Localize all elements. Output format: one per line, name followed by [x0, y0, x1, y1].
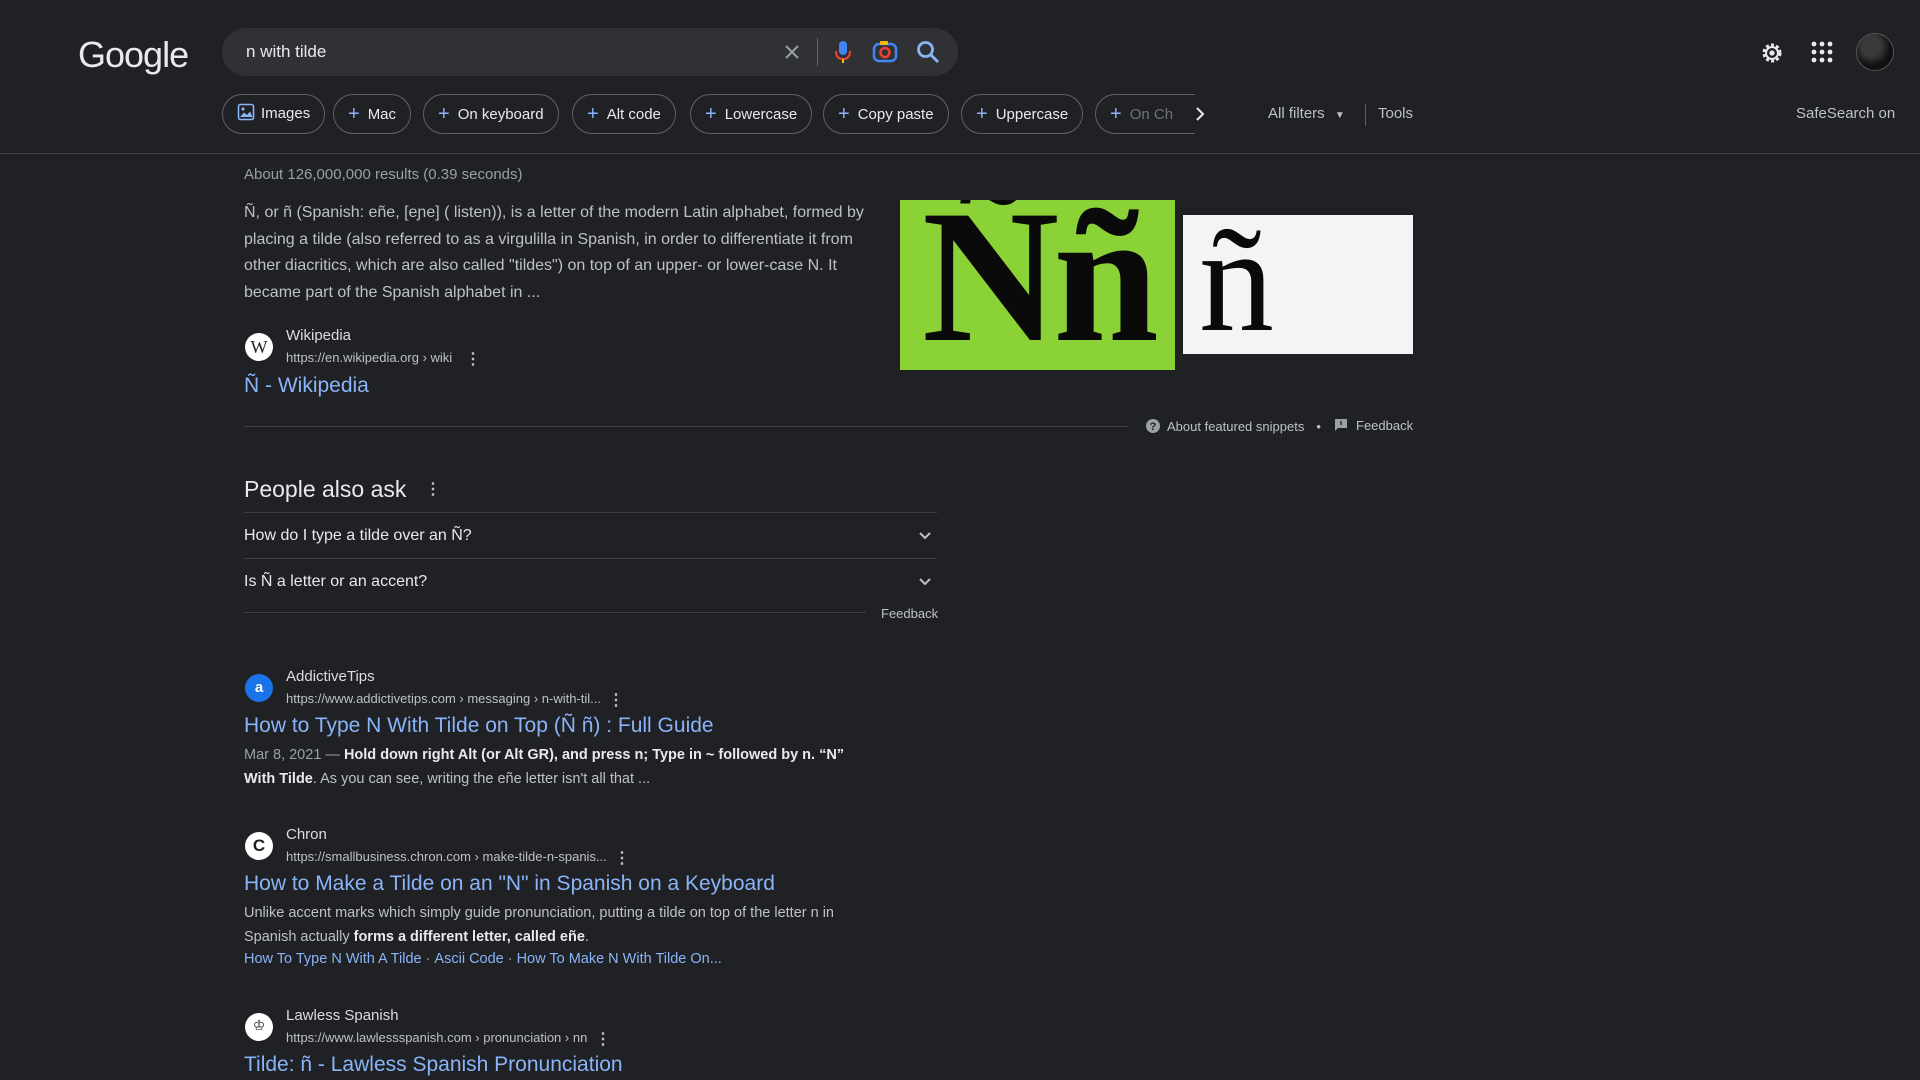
site-name[interactable]: Chron: [286, 826, 327, 843]
result-stats: About 126,000,000 results (0.39 seconds): [244, 166, 523, 183]
microphone-icon[interactable]: [834, 39, 852, 65]
paa-divider: [244, 512, 937, 513]
plus-icon: +: [838, 103, 850, 125]
result-description: Unlike accent marks which simply guide p…: [244, 905, 834, 945]
result-title-link[interactable]: How to Make a Tilde on an "N" in Spanish…: [244, 872, 775, 896]
settings-gear-icon[interactable]: [1759, 40, 1785, 66]
sitelink[interactable]: How To Type N With A Tilde: [244, 951, 422, 967]
result-description: Mar 8, 2021 — Hold down right Alt (or Al…: [244, 747, 845, 787]
chip-on-ch[interactable]: + On Ch: [1095, 94, 1195, 134]
plus-icon: +: [705, 103, 717, 125]
chip-label: Lowercase: [724, 106, 798, 123]
google-logo[interactable]: Google: [78, 34, 189, 76]
plus-icon: +: [348, 103, 360, 125]
chip-label: Uppercase: [995, 106, 1069, 123]
separator-dot: ·: [425, 951, 431, 967]
separator-dot: •: [1316, 419, 1321, 434]
clear-icon[interactable]: [778, 38, 806, 66]
featured-snippet-text: Ñ, or ñ (Spanish: eñe, [eɲe] ( listen)),…: [244, 204, 864, 301]
more-options-icon[interactable]: ⋮: [608, 690, 624, 710]
paa-question[interactable]: Is Ñ a letter or an accent?: [244, 573, 427, 591]
more-options-icon[interactable]: ⋮: [465, 349, 481, 369]
chip-copy-paste[interactable]: + Copy paste: [823, 94, 949, 134]
chip-on-keyboard[interactable]: + On keyboard: [423, 94, 559, 134]
image-glyphs: ñ Ñ: [1199, 215, 1274, 354]
chip-lowercase[interactable]: + Lowercase: [690, 94, 813, 134]
sitelink[interactable]: Ascii Code: [434, 951, 503, 967]
paa-divider: [244, 612, 866, 613]
filter-divider: [1365, 104, 1366, 126]
svg-text:?: ?: [1150, 421, 1157, 433]
site-url[interactable]: https://en.wikipedia.org › wiki: [286, 350, 452, 365]
site-name[interactable]: Wikipedia: [286, 327, 351, 344]
chip-mac[interactable]: + Mac: [333, 94, 412, 134]
chip-label: Copy paste: [857, 106, 934, 123]
plus-icon: +: [1110, 103, 1122, 125]
result-title-link[interactable]: How to Type N With Tilde on Top (Ñ ñ) : …: [244, 714, 714, 738]
account-avatar[interactable]: [1856, 33, 1894, 71]
paa-question[interactable]: How do I type a tilde over an Ñ?: [244, 527, 472, 545]
safesearch-button[interactable]: SafeSearch on: [1796, 105, 1895, 122]
addictivetips-icon: a: [245, 674, 273, 702]
feedback-link[interactable]: Feedback: [1334, 418, 1413, 433]
plus-icon: +: [587, 103, 599, 125]
site-name[interactable]: Lawless Spanish: [286, 1007, 399, 1024]
result-title-link[interactable]: Ñ - Wikipedia: [244, 374, 369, 398]
featured-image-2[interactable]: ñ Ñ: [1183, 215, 1413, 354]
caret-down-icon: ▼: [1334, 110, 1345, 121]
chevron-right-icon[interactable]: [1190, 102, 1210, 126]
header-divider: [0, 153, 1920, 154]
site-url[interactable]: https://www.addictivetips.com › messagin…: [286, 691, 601, 706]
about-featured-snippets[interactable]: ? About featured snippets •: [1145, 418, 1333, 434]
search-divider: [817, 38, 818, 66]
search-input[interactable]: n with tilde: [246, 42, 326, 62]
featured-image-1[interactable]: Ññ: [900, 200, 1175, 370]
more-options-icon[interactable]: ⋮: [595, 1029, 611, 1049]
paa-divider: [244, 558, 937, 559]
more-options-icon[interactable]: ⋮: [614, 848, 630, 868]
people-also-ask-heading: People also ask: [244, 476, 407, 502]
images-icon: [237, 103, 255, 121]
chron-icon: C: [245, 832, 273, 860]
wikipedia-icon: W: [245, 333, 273, 361]
chip-label: Alt code: [606, 106, 661, 123]
chip-label: On Ch: [1129, 106, 1174, 123]
chip-label: Images: [261, 105, 311, 122]
chip-label: On keyboard: [457, 106, 544, 123]
google-lens-icon[interactable]: [872, 39, 898, 65]
paa-feedback-link[interactable]: Feedback: [881, 606, 938, 621]
search-box[interactable]: n with tilde: [222, 28, 958, 76]
search-icon[interactable]: [915, 39, 941, 65]
lawless-spanish-icon: ♔: [245, 1013, 273, 1041]
chevron-down-icon[interactable]: [917, 528, 933, 544]
result-sitelinks: How To Type N With A Tilde · Ascii Code · Ho…: [244, 951, 722, 967]
plus-icon: +: [976, 103, 988, 125]
all-filters-button[interactable]: All filters ▼: [1268, 105, 1345, 122]
separator-dot: ·: [507, 951, 513, 967]
help-icon: ?: [1146, 419, 1160, 433]
result-title-link[interactable]: Tilde: ñ - Lawless Spanish Pronunciation: [244, 1053, 623, 1077]
plus-icon: +: [438, 103, 450, 125]
site-url[interactable]: https://smallbusiness.chron.com › make-t…: [286, 849, 607, 864]
chip-label: Mac: [367, 106, 397, 123]
tools-button[interactable]: Tools: [1378, 105, 1413, 122]
snippet-divider: [244, 426, 1129, 427]
feedback-flag-icon: [1335, 419, 1347, 431]
chip-images[interactable]: Images: [222, 94, 326, 134]
image-glyphs: Ññ: [922, 200, 1159, 370]
sitelink[interactable]: How To Make N With Tilde On...: [517, 951, 722, 967]
chip-uppercase[interactable]: + Uppercase: [961, 94, 1084, 134]
chevron-down-icon[interactable]: [917, 574, 933, 590]
site-name[interactable]: AddictiveTips: [286, 668, 375, 685]
more-options-icon[interactable]: ⋮: [425, 479, 441, 499]
apps-grid-icon[interactable]: [1810, 40, 1834, 64]
site-url[interactable]: https://www.lawlessspanish.com › pronunc…: [286, 1030, 587, 1045]
chip-alt-code[interactable]: + Alt code: [572, 94, 676, 134]
